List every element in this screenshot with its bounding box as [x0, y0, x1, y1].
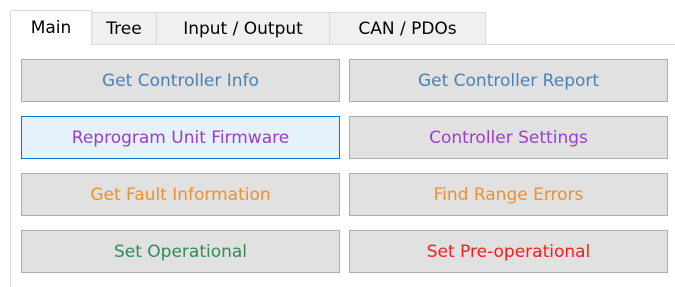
get-fault-information-button[interactable]: Get Fault Information — [21, 173, 340, 216]
tab-can-pdos[interactable]: CAN / PDOs — [329, 12, 486, 45]
tab-main[interactable]: Main — [10, 10, 92, 45]
reprogram-unit-firmware-button[interactable]: Reprogram Unit Firmware — [21, 116, 340, 159]
tab-strip: Main Tree Input / Output CAN / PDOs — [10, 10, 486, 45]
get-controller-info-button[interactable]: Get Controller Info — [21, 59, 340, 102]
controller-tool-window: Main Tree Input / Output CAN / PDOs Get … — [0, 0, 675, 287]
controller-settings-button[interactable]: Controller Settings — [349, 116, 668, 159]
tab-tree[interactable]: Tree — [91, 12, 157, 45]
main-tab-panel: Get Controller Info Get Controller Repor… — [10, 44, 675, 287]
get-controller-report-button[interactable]: Get Controller Report — [349, 59, 668, 102]
tab-input-output[interactable]: Input / Output — [156, 12, 330, 45]
set-pre-operational-button[interactable]: Set Pre-operational — [349, 230, 668, 273]
set-operational-button[interactable]: Set Operational — [21, 230, 340, 273]
find-range-errors-button[interactable]: Find Range Errors — [349, 173, 668, 216]
